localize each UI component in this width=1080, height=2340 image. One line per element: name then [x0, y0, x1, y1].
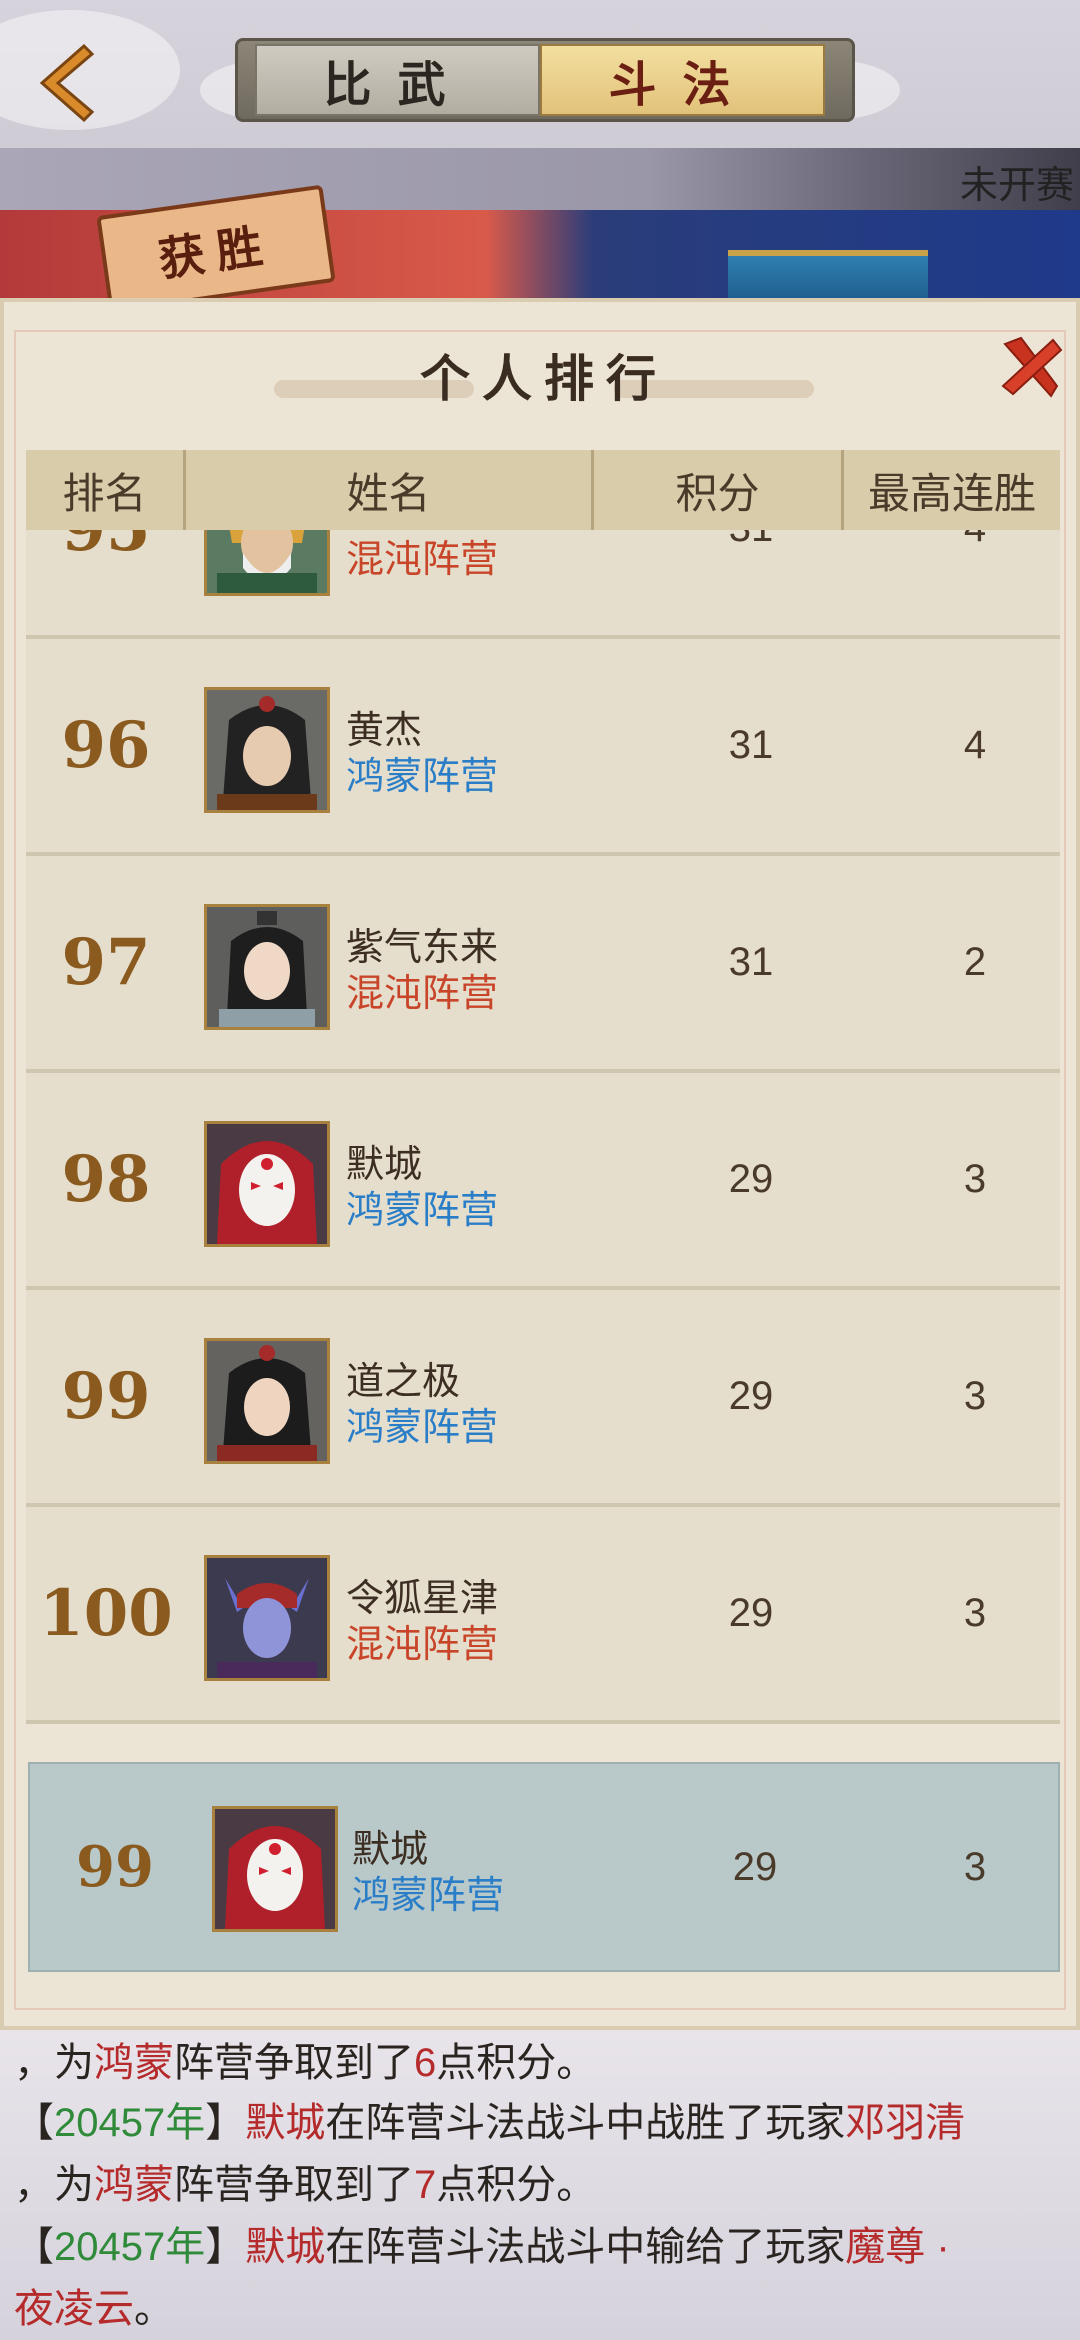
my-score: 29 [732, 1844, 778, 1889]
log-camp: 鸿蒙 [94, 2163, 174, 2207]
log-text: ，为 [14, 2041, 94, 2085]
log-line: ，为鸿蒙阵营争取到了7点积分。 [14, 2152, 596, 2210]
log-player: 默城 [245, 2101, 326, 2145]
player-streak: 4 [963, 723, 987, 767]
log-line: 【20457年】默城在阵营斗法战斗中输给了玩家魔尊 · [14, 2214, 950, 2272]
white-mask-avatar [204, 1121, 330, 1247]
table-row[interactable]: 99 道之极 鸿蒙阵营 29 3 [26, 1290, 1060, 1507]
log-points: 6 [414, 2041, 437, 2085]
ranking-list-scroll: 95 混沌阵营 31 4 96 黄杰 鸿蒙阵营 31 4 97 紫气东来 混 [26, 530, 1060, 1724]
young-scholar-avatar [204, 904, 330, 1030]
white-mask-avatar [212, 1806, 338, 1932]
row-rank: 98 [61, 1142, 151, 1217]
log-text: 在阵营斗法战斗中输给了玩家 [325, 2225, 846, 2269]
log-text: 在阵营斗法战斗中战胜了玩家 [325, 2101, 846, 2145]
mode-tabs: 比武 斗法 [235, 30, 855, 130]
player-streak: 4 [890, 530, 1060, 635]
player-camp: 混沌阵营 [346, 973, 499, 1015]
back-arrow-icon[interactable] [22, 38, 112, 128]
log-text: 阵营争取到了 [174, 2041, 414, 2085]
table-row[interactable]: 96 黄杰 鸿蒙阵营 31 4 [26, 639, 1060, 856]
player-score: 31 [666, 530, 836, 635]
player-streak: 3 [963, 1591, 987, 1635]
bearded-swordsman-avatar [204, 687, 330, 813]
log-text: 】 [205, 2225, 246, 2269]
battle-log[interactable]: ，为鸿蒙阵营争取到了6点积分。 【20457年】默城在阵营斗法战斗中战胜了玩家邓… [0, 2030, 1080, 2340]
my-camp: 鸿蒙阵营 [352, 1875, 505, 1917]
header-name: 姓名 [186, 450, 594, 530]
log-opponent: 夜凌云 [14, 2287, 134, 2331]
table-row[interactable]: 95 混沌阵营 31 4 [26, 530, 1060, 639]
player-camp: 混沌阵营 [346, 539, 499, 581]
panel-title: 个人排行 [420, 349, 668, 408]
log-year: 20457年 [54, 2101, 206, 2145]
tab-doufa[interactable]: 斗法 [540, 44, 825, 116]
player-streak: 3 [963, 1157, 987, 1201]
young-swordsman-avatar [204, 1338, 330, 1464]
log-text: 【 [14, 2101, 54, 2145]
my-rank-row[interactable]: 99 默城 鸿蒙阵营 29 3 [28, 1762, 1060, 1972]
blue-demon-avatar [204, 1555, 330, 1681]
player-score: 29 [728, 1591, 774, 1635]
table-header: 排名 姓名 积分 最高连胜 [26, 450, 1060, 530]
log-text: 点积分。 [436, 2163, 597, 2207]
old-warrior-avatar [204, 530, 330, 596]
log-points: 7 [414, 2163, 437, 2207]
player-streak: 3 [963, 1374, 987, 1418]
log-text: ，为 [14, 2163, 94, 2207]
my-rank: 99 [76, 1834, 154, 1900]
row-rank: 99 [61, 1359, 151, 1434]
row-rank: 95 [26, 530, 186, 635]
log-line: 【20457年】默城在阵营斗法战斗中战胜了玩家邓羽清 [14, 2090, 965, 2148]
log-text: 点积分。 [436, 2041, 597, 2085]
log-year: 20457年 [54, 2225, 206, 2269]
row-rank: 96 [61, 708, 151, 783]
player-streak: 2 [963, 940, 987, 984]
header-rank: 排名 [26, 450, 186, 530]
match-status: 未开赛 [959, 165, 1074, 207]
close-x-icon[interactable] [995, 330, 1067, 402]
my-streak: 3 [963, 1844, 987, 1889]
row-rank: 97 [61, 925, 151, 1000]
row-rank: 100 [39, 1576, 173, 1651]
log-opponent: 邓羽清 [845, 2101, 966, 2145]
player-score: 31 [728, 723, 774, 767]
header-streak: 最高连胜 [867, 469, 1036, 517]
log-opponent: 魔尊 · [845, 2225, 950, 2269]
table-row[interactable]: 97 紫气东来 混沌阵营 31 2 [26, 856, 1060, 1073]
table-row[interactable]: 98 默城 鸿蒙阵营 29 3 [26, 1073, 1060, 1290]
player-camp: 混沌阵营 [346, 1624, 499, 1666]
player-camp: 鸿蒙阵营 [346, 1407, 499, 1449]
log-text: 。 [134, 2287, 174, 2331]
log-text: 】 [205, 2101, 246, 2145]
status-bar: 未开赛 [0, 148, 1080, 210]
log-player: 默城 [245, 2225, 326, 2269]
tab-biwu[interactable]: 比武 [255, 44, 540, 116]
log-line: 夜凌云。 [14, 2276, 174, 2334]
log-text: 阵营争取到了 [174, 2163, 414, 2207]
table-row[interactable]: 100 令狐星津 混沌阵营 29 3 [26, 1507, 1060, 1724]
player-score: 29 [728, 1374, 774, 1418]
player-score: 29 [728, 1157, 774, 1201]
player-score: 31 [728, 940, 774, 984]
player-camp: 鸿蒙阵营 [346, 1190, 499, 1232]
log-line: ，为鸿蒙阵营争取到了6点积分。 [14, 2030, 596, 2088]
log-camp: 鸿蒙 [94, 2041, 174, 2085]
ranking-list[interactable]: 95 混沌阵营 31 4 96 黄杰 鸿蒙阵营 31 4 97 紫气东来 混 [26, 530, 1060, 1740]
header-score: 积分 [594, 450, 844, 530]
player-camp: 鸿蒙阵营 [346, 756, 499, 798]
log-text: 【 [14, 2225, 54, 2269]
